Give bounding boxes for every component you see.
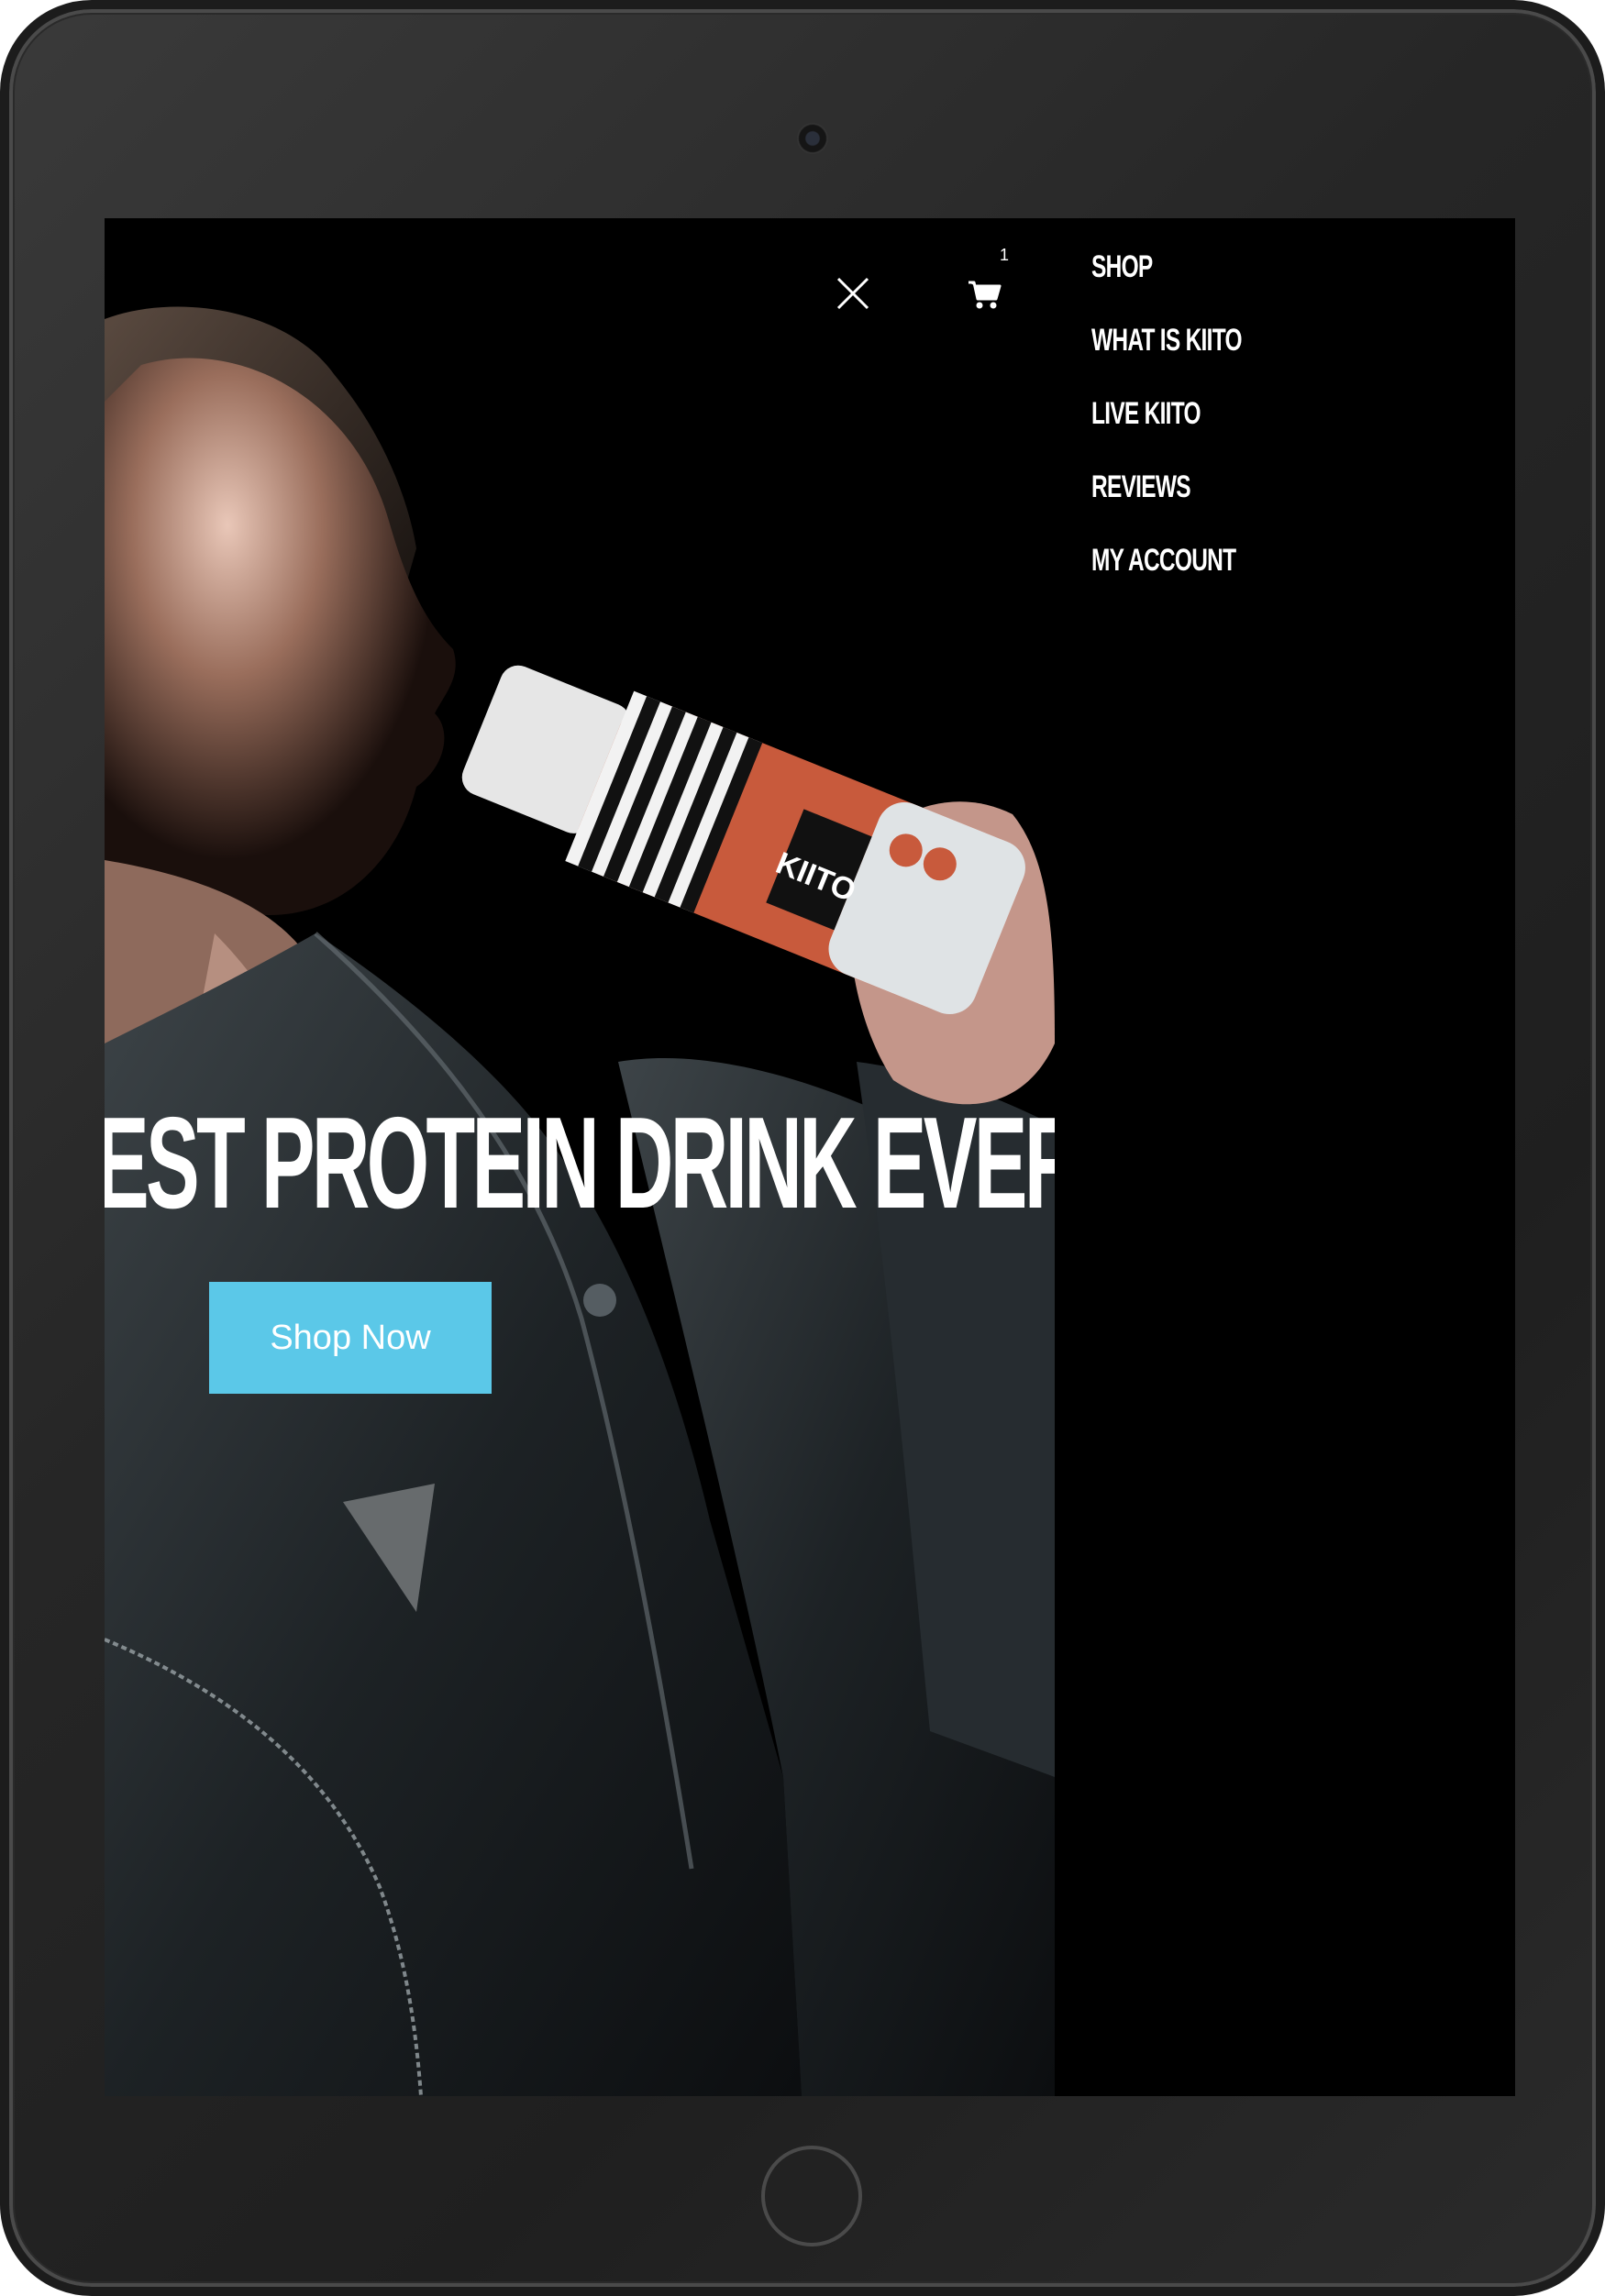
shop-now-button[interactable]: Shop Now [209,1282,492,1394]
menu-item-my-account[interactable]: MY ACCOUNT [1091,545,1242,618]
hero-headline: EST PROTEIN DRINK EVER [105,1090,1055,1236]
close-icon[interactable] [835,275,871,312]
device-screen: KIITO EST PROTEIN DRINK EVER Shop Now 1 … [105,218,1515,2096]
cart-count-badge: 1 [1000,246,1010,264]
front-camera [797,123,828,154]
nav-menu: SHOP WHAT IS KIITO LIVE KIITO REVIEWS MY… [1091,251,1301,618]
menu-item-shop[interactable]: SHOP [1091,251,1242,325]
tablet-device-frame: KIITO EST PROTEIN DRINK EVER Shop Now 1 … [0,0,1605,2296]
cart-icon[interactable] [963,270,1014,317]
menu-item-live-kiito[interactable]: LIVE KIITO [1091,398,1242,471]
headline-container: EST PROTEIN DRINK EVER [105,218,1055,2096]
menu-item-what-is-kiito[interactable]: WHAT IS KIITO [1091,325,1243,398]
menu-item-reviews[interactable]: REVIEWS [1091,471,1242,545]
home-button[interactable] [761,2146,862,2246]
